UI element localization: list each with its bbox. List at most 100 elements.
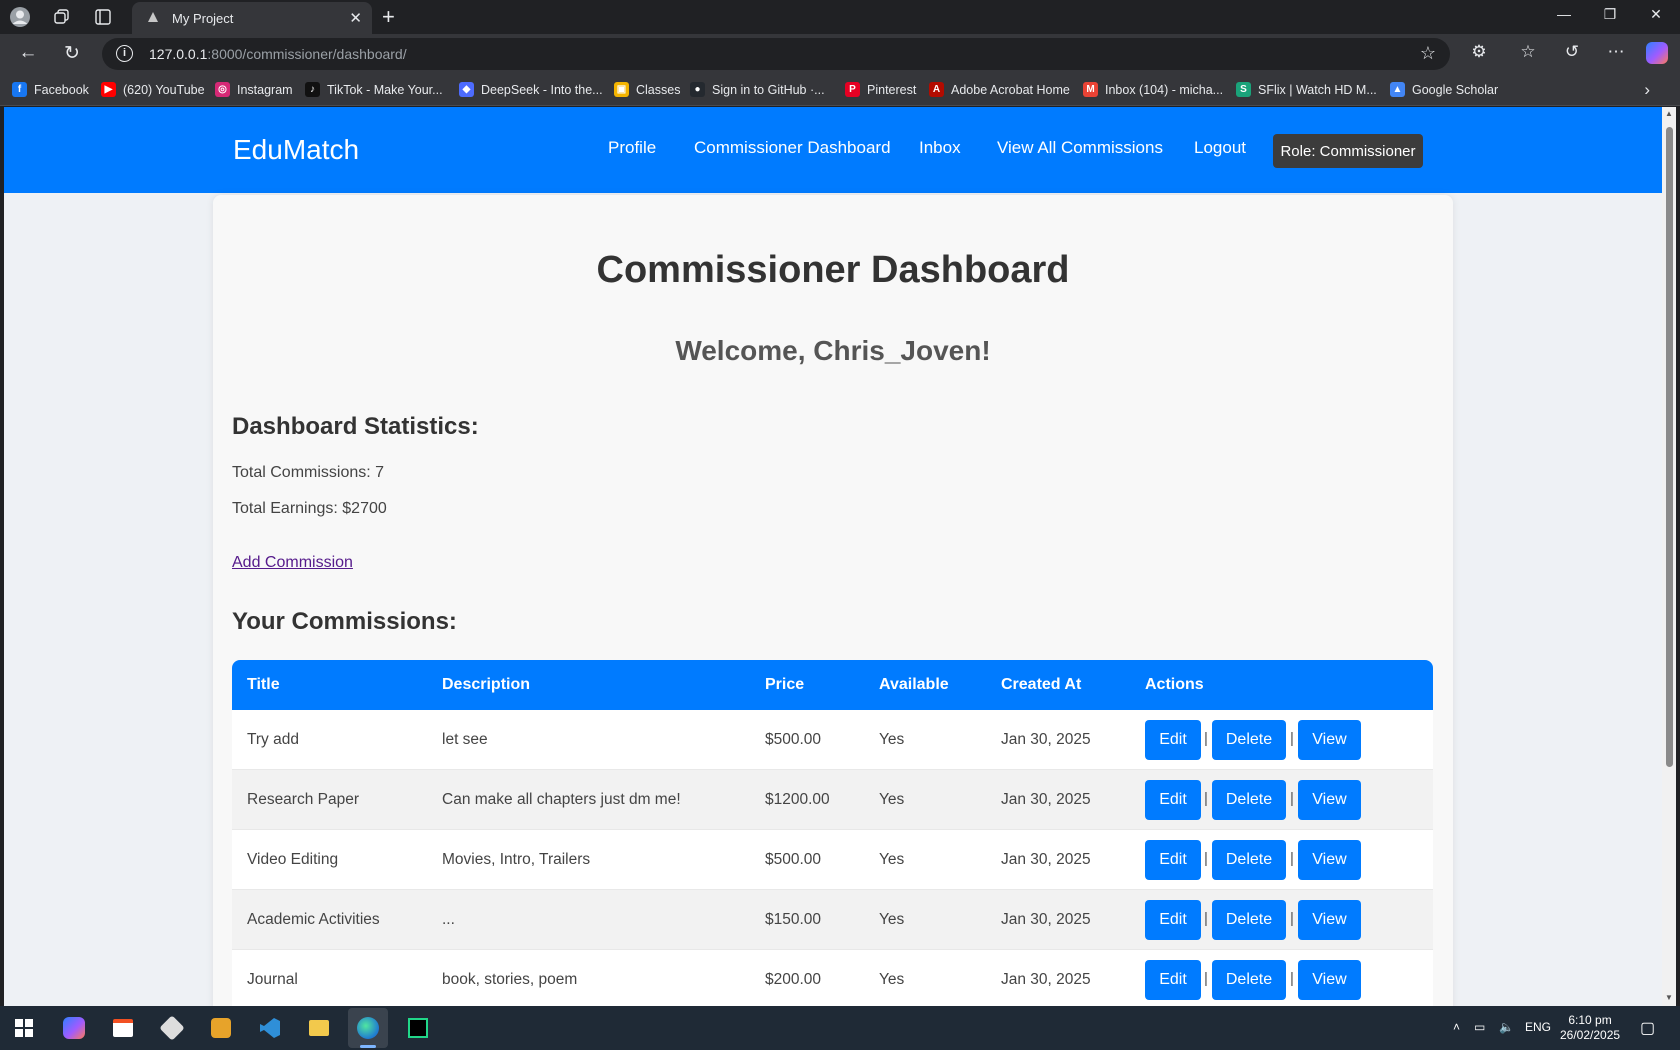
action-separator: | <box>1290 850 1294 867</box>
close-window-icon[interactable]: ✕ <box>1633 6 1679 23</box>
dashboard-card: Commissioner Dashboard Welcome, Chris_Jo… <box>213 195 1453 1006</box>
vscode-icon[interactable] <box>256 1014 284 1042</box>
copilot-icon[interactable] <box>1646 42 1668 64</box>
page-scrollbar[interactable]: ▲ ▼ <box>1662 107 1676 1006</box>
site-navbar: EduMatch Profile Commissioner Dashboard … <box>4 107 1662 193</box>
tab-my-project[interactable]: My Project ✕ <box>132 2 372 34</box>
bookmark-label: Adobe Acrobat Home <box>951 82 1070 97</box>
copilot-taskbar-icon[interactable] <box>60 1014 88 1042</box>
tab-actions-icon[interactable] <box>91 5 115 29</box>
bookmark-item[interactable]: A Adobe Acrobat Home <box>929 82 1070 97</box>
bookmark-item[interactable]: ▶ (620) YouTube <box>101 82 205 97</box>
profile-avatar-icon[interactable] <box>8 5 32 29</box>
bookmark-item[interactable]: ▲ Google Scholar <box>1390 82 1498 97</box>
tiktok-icon: ♪ <box>305 82 320 97</box>
cell-description: Can make all chapters just dm me! <box>442 791 681 808</box>
cell-description: let see <box>442 731 488 748</box>
nav-commissioner-dashboard[interactable]: Commissioner Dashboard <box>694 138 891 158</box>
windows-start-icon[interactable] <box>10 1014 38 1042</box>
new-tab-icon[interactable]: + <box>382 4 395 30</box>
edit-button[interactable]: Edit <box>1145 720 1201 760</box>
cell-title: Journal <box>247 971 298 988</box>
scroll-down-icon[interactable]: ▼ <box>1665 993 1673 1002</box>
bookmark-item[interactable]: ◆ DeepSeek - Into the... <box>459 82 603 97</box>
notifications-icon[interactable]: ▢ <box>1640 1018 1655 1038</box>
network-icon[interactable]: ▭ <box>1474 1020 1485 1034</box>
bookmark-label: (620) YouTube <box>123 82 205 97</box>
close-tab-icon[interactable]: ✕ <box>349 9 362 27</box>
view-button[interactable]: View <box>1298 960 1361 1000</box>
site-info-icon[interactable]: i <box>116 45 133 62</box>
sflix-icon: S <box>1236 82 1251 97</box>
page-viewport: EduMatch Profile Commissioner Dashboard … <box>4 107 1662 1006</box>
restore-icon[interactable]: ❐ <box>1587 6 1633 23</box>
table-row: Academic Activities... $150.00 Yes Jan 30, … <box>232 890 1433 950</box>
view-button[interactable]: View <box>1298 840 1361 880</box>
extensions-icon[interactable]: ⚙ <box>1467 42 1491 62</box>
bookmark-item[interactable]: ♪ TikTok - Make Your... <box>305 82 443 97</box>
bookmark-item[interactable]: M Inbox (104) - micha... <box>1083 82 1223 97</box>
edge-icon[interactable] <box>348 1008 388 1048</box>
bookmark-label: DeepSeek - Into the... <box>481 82 603 97</box>
bookmark-item[interactable]: ◎ Instagram <box>215 82 293 97</box>
more-menu-icon[interactable]: ⋯ <box>1604 42 1628 62</box>
delete-button[interactable]: Delete <box>1212 900 1286 940</box>
instagram-icon: ◎ <box>215 82 230 97</box>
cell-description: book, stories, poem <box>442 971 578 988</box>
nav-view-all-commissions[interactable]: View All Commissions <box>997 138 1163 158</box>
pinterest-icon: P <box>845 82 860 97</box>
role-badge: Role: Commissioner <box>1273 134 1423 168</box>
bookmark-item[interactable]: f Facebook <box>12 82 89 97</box>
history-icon[interactable]: ↺ <box>1560 42 1584 62</box>
minimize-icon[interactable]: — <box>1541 6 1587 22</box>
edit-button[interactable]: Edit <box>1145 900 1201 940</box>
action-separator: | <box>1204 730 1208 747</box>
add-commission-link[interactable]: Add Commission <box>232 554 353 572</box>
bookmarks-overflow-icon[interactable]: › <box>1644 80 1650 100</box>
delete-button[interactable]: Delete <box>1212 840 1286 880</box>
url-input[interactable]: i 127.0.0.1:8000/commissioner/dashboard/… <box>102 38 1450 70</box>
scroll-thumb[interactable] <box>1666 127 1673 767</box>
workspaces-icon[interactable] <box>50 5 74 29</box>
deepseek-icon: ◆ <box>459 82 474 97</box>
app-cube-icon[interactable] <box>158 1014 186 1042</box>
language-indicator[interactable]: ENG <box>1525 1020 1551 1034</box>
page-title: Commissioner Dashboard <box>596 249 1070 291</box>
view-button[interactable]: View <box>1298 780 1361 820</box>
delete-button[interactable]: Delete <box>1212 960 1286 1000</box>
edit-button[interactable]: Edit <box>1145 960 1201 1000</box>
nav-profile[interactable]: Profile <box>608 138 656 158</box>
nav-logout[interactable]: Logout <box>1194 138 1246 158</box>
file-explorer-icon[interactable] <box>305 1014 333 1042</box>
action-separator: | <box>1290 790 1294 807</box>
total-earnings: Total Earnings: $2700 <box>232 500 387 517</box>
bookmark-item[interactable]: ● Sign in to GitHub ·... <box>690 82 825 97</box>
bookmark-label: Pinterest <box>867 82 917 97</box>
cell-available: Yes <box>879 911 905 928</box>
store-icon[interactable] <box>109 1014 137 1042</box>
brand-logo[interactable]: EduMatch <box>233 134 359 166</box>
bookmark-item[interactable]: P Pinterest <box>845 82 916 97</box>
bookmark-item[interactable]: ▣ Classes <box>614 82 680 97</box>
tray-chevron-icon[interactable]: ˄ <box>1453 1020 1460 1034</box>
paint-icon[interactable] <box>207 1014 235 1042</box>
volume-icon[interactable]: 🔈 <box>1499 1020 1514 1034</box>
scroll-up-icon[interactable]: ▲ <box>1665 109 1673 118</box>
favorite-star-icon[interactable]: ☆ <box>1420 43 1436 64</box>
reload-icon[interactable]: ↻ <box>60 42 84 65</box>
back-icon[interactable]: ← <box>16 42 40 64</box>
bookmark-item[interactable]: S SFlix | Watch HD M... <box>1236 82 1377 97</box>
delete-button[interactable]: Delete <box>1212 780 1286 820</box>
view-button[interactable]: View <box>1298 720 1361 760</box>
delete-button[interactable]: Delete <box>1212 720 1286 760</box>
clock[interactable]: 6:10 pm 26/02/2025 <box>1560 1013 1620 1043</box>
edit-button[interactable]: Edit <box>1145 840 1201 880</box>
table-row: Research Paper Can make all chapters just… <box>232 770 1433 830</box>
edit-button[interactable]: Edit <box>1145 780 1201 820</box>
cell-title: Academic Activities <box>247 911 380 928</box>
favorites-icon[interactable]: ☆ <box>1516 42 1540 62</box>
view-button[interactable]: View <box>1298 900 1361 940</box>
cell-title: Video Editing <box>247 851 339 868</box>
nav-inbox[interactable]: Inbox <box>919 138 961 158</box>
pycharm-icon[interactable] <box>404 1014 432 1042</box>
